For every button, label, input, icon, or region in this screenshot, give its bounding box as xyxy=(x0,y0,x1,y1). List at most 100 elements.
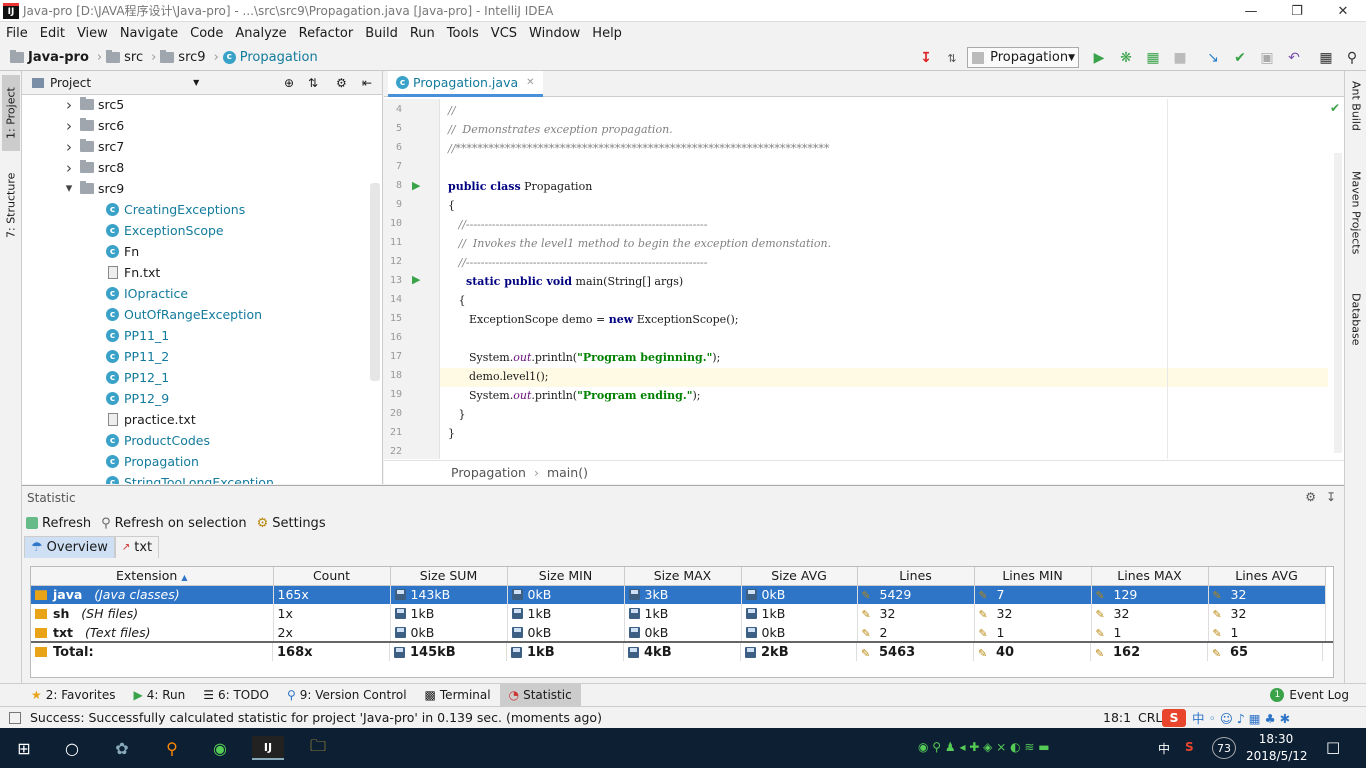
revert-icon[interactable]: ↶ xyxy=(1284,48,1304,68)
col-count[interactable]: Count xyxy=(273,567,391,586)
compare-icon[interactable]: ▣ xyxy=(1257,48,1277,68)
chevron-right-icon[interactable]: › xyxy=(62,117,76,135)
crumb-class[interactable]: Propagation xyxy=(451,465,526,480)
ime-indicator[interactable]: 中 xyxy=(1158,740,1170,757)
run-configuration-select[interactable]: Propagation ▼ xyxy=(967,47,1079,68)
code-line[interactable]: } xyxy=(448,405,465,424)
notification-icon[interactable]: □ xyxy=(1326,738,1340,756)
menu-code[interactable]: Code xyxy=(184,26,229,41)
caret-position[interactable]: 18:1 xyxy=(1103,710,1131,725)
menu-run[interactable]: Run xyxy=(404,26,441,41)
status-message[interactable]: Success: Successfully calculated statist… xyxy=(30,710,602,725)
col-size-sum[interactable]: Size SUM xyxy=(390,567,508,586)
menu-window[interactable]: Window xyxy=(523,26,586,41)
col-lines-min[interactable]: Lines MIN xyxy=(974,567,1092,586)
tab-structure[interactable]: 7: Structure xyxy=(2,167,20,243)
editor-tab-propagation[interactable]: c Propagation.java ✕ xyxy=(388,71,543,97)
refresh-on-selection-button[interactable]: ⚲ Refresh on selection xyxy=(101,516,247,531)
table-row[interactable]: sh (SH files) 1x 1kB 1kB 1kB 1kB ✎ 32 ✎ 32 ✎ 32 ✎ 32 xyxy=(31,604,1326,623)
tree-file[interactable]: c IOpractice xyxy=(106,283,188,304)
chevron-right-icon[interactable]: › xyxy=(62,138,76,156)
menu-view[interactable]: View xyxy=(71,26,114,41)
browser-icon[interactable]: ◉ xyxy=(208,736,232,760)
app-pinned-icon[interactable]: ✿ xyxy=(110,736,134,760)
col-lines-max[interactable]: Lines MAX xyxy=(1091,567,1209,586)
menu-tools[interactable]: Tools xyxy=(441,26,485,41)
breadcrumb-src[interactable]: src xyxy=(106,49,143,65)
tree-file[interactable]: c OutOfRangeException xyxy=(106,304,262,325)
tab-maven-projects[interactable]: Maven Projects xyxy=(1348,171,1364,281)
hide-icon[interactable]: ⇤ xyxy=(362,76,372,90)
tray-icons[interactable]: ◉ ⚲ ♟ ◂ ✚ ◈ ⨯ ◐ ≋ ▬ xyxy=(918,740,1050,754)
menu-refactor[interactable]: Refactor xyxy=(293,26,360,41)
ime-toolbar-icons[interactable]: 中 ◦ ☺ ♪ ▦ ♣ ✱ xyxy=(1192,708,1290,727)
intellij-taskbar-icon[interactable]: IJ xyxy=(252,736,284,760)
tab-run[interactable]: ▶ 4: Run xyxy=(124,684,194,707)
settings-button[interactable]: ⚙ Settings xyxy=(257,516,326,531)
scrollbar[interactable] xyxy=(370,183,380,381)
tree-file[interactable]: Fn.txt xyxy=(106,262,160,283)
code-line[interactable]: { xyxy=(448,291,465,310)
breadcrumb-project[interactable]: Java-pro xyxy=(10,49,89,65)
chevron-right-icon[interactable]: › xyxy=(62,159,76,177)
tab-database[interactable]: Database xyxy=(1348,293,1364,373)
code-line[interactable]: { xyxy=(448,196,455,215)
run-gutter-icon[interactable]: ▶ xyxy=(412,179,420,192)
tree-file[interactable]: c PP12_9 xyxy=(106,388,169,409)
col-lines[interactable]: Lines xyxy=(857,567,975,586)
table-row[interactable]: txt (Text files) 2x 0kB 0kB 0kB 0kB ✎ 2 ✎ 1 ✎ 1 ✎ 1 xyxy=(31,623,1326,642)
chevron-right-icon[interactable]: › xyxy=(62,96,76,114)
menu-vcs[interactable]: VCS xyxy=(485,26,523,41)
project-structure-icon[interactable]: ▦ xyxy=(1316,48,1336,68)
code-line[interactable]: System.out.println("Program beginning.")… xyxy=(448,348,720,367)
search-icon[interactable]: ⚲ xyxy=(1342,48,1362,68)
tree-file[interactable]: c Fn xyxy=(106,241,139,262)
tab-todo[interactable]: ☰ 6: TODO xyxy=(194,684,278,707)
crumb-method[interactable]: main() xyxy=(547,465,588,480)
col-extension[interactable]: Extension ▲ xyxy=(31,567,274,586)
clock-time[interactable]: 18:30 xyxy=(1246,732,1306,746)
run-icon[interactable]: ▶ xyxy=(1089,48,1109,68)
chevron-down-icon[interactable]: ▾ xyxy=(62,181,76,196)
tree-file[interactable]: c PP11_1 xyxy=(106,325,169,346)
breadcrumb-file[interactable]: c Propagation xyxy=(222,50,318,65)
gear-icon[interactable]: ⚙ xyxy=(1305,490,1316,504)
editor-scrollbar[interactable] xyxy=(1334,153,1342,453)
tab-version-control[interactable]: ⚲ 9: Version Control xyxy=(278,684,416,707)
tree-file[interactable]: c PP11_2 xyxy=(106,346,169,367)
locate-icon[interactable]: ⊕ xyxy=(284,76,294,90)
sogou-tray-icon[interactable]: S xyxy=(1185,740,1194,754)
download-arrow-icon[interactable]: ↧ xyxy=(916,48,936,68)
tree-folder-src5[interactable]: › src5 xyxy=(62,94,124,115)
gear-icon[interactable]: ⚙ xyxy=(336,76,347,90)
minimize-icon[interactable]: — xyxy=(1228,0,1274,22)
code-line[interactable]: ExceptionScope demo = new ExceptionScope… xyxy=(448,310,739,329)
code-line[interactable]: //--------------------------------------… xyxy=(448,253,707,272)
sort-icon[interactable]: ⇅ xyxy=(942,48,962,68)
line-separator[interactable]: CRL xyxy=(1138,710,1162,725)
menu-build[interactable]: Build xyxy=(359,26,404,41)
close-icon[interactable]: ✕ xyxy=(1320,0,1366,22)
tab-overview[interactable]: ☂ Overview xyxy=(24,536,115,558)
tree-file[interactable]: c Propagation xyxy=(106,451,199,472)
clock-date[interactable]: 2018/5/12 xyxy=(1246,749,1308,763)
temperature-badge[interactable]: 73 xyxy=(1212,737,1236,759)
menu-analyze[interactable]: Analyze xyxy=(229,26,292,41)
close-tab-icon[interactable]: ✕ xyxy=(526,77,534,88)
windows-start-icon[interactable]: ⊞ xyxy=(12,736,36,760)
code-line[interactable]: System.out.println("Program ending."); xyxy=(448,386,700,405)
tab-project[interactable]: 1: Project xyxy=(2,75,20,151)
sogou-ime-icon[interactable]: S xyxy=(1162,708,1186,727)
menu-help[interactable]: Help xyxy=(586,26,628,41)
code-line[interactable]: public class Propagation xyxy=(448,177,592,196)
tab-ant-build[interactable]: Ant Build xyxy=(1348,81,1364,161)
code-line[interactable]: // Invokes the level1 method to begin th… xyxy=(448,234,831,253)
menu-file[interactable]: File xyxy=(0,26,34,41)
code-line[interactable]: static public void main(String[] args) xyxy=(466,272,683,291)
code-line[interactable]: } xyxy=(448,424,455,443)
code-line[interactable]: //**************************************… xyxy=(448,139,829,158)
tree-file[interactable]: c ExceptionScope xyxy=(106,220,224,241)
menu-edit[interactable]: Edit xyxy=(34,26,71,41)
breadcrumb-src9[interactable]: src9 xyxy=(160,49,206,65)
col-lines-avg[interactable]: Lines AVG xyxy=(1208,567,1326,586)
